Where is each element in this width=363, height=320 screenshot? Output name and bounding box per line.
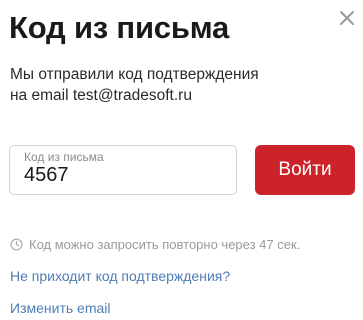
change-email-link[interactable]: Изменить email — [10, 300, 111, 316]
code-field[interactable]: Код из письма — [9, 145, 237, 195]
description-line-1: Мы отправили код подтверждения — [10, 66, 259, 83]
login-button[interactable]: Войти — [255, 145, 355, 195]
resend-timer-text: Код можно запросить повторно через 47 се… — [29, 237, 301, 252]
code-field-label: Код из письма — [24, 150, 104, 164]
close-icon[interactable] — [339, 10, 355, 26]
clock-icon — [10, 238, 23, 251]
code-not-received-link[interactable]: Не приходит код подтверждения? — [10, 268, 230, 284]
description: Мы отправили код подтверждения на email … — [10, 64, 330, 106]
description-line-2: на email test@tradesoft.ru — [10, 87, 192, 104]
code-input[interactable] — [24, 164, 224, 187]
resend-timer: Код можно запросить повторно через 47 се… — [10, 237, 300, 252]
login-code-card: Код из письма Мы отправили код подтвержд… — [0, 0, 363, 320]
page-title: Код из письма — [9, 10, 230, 45]
